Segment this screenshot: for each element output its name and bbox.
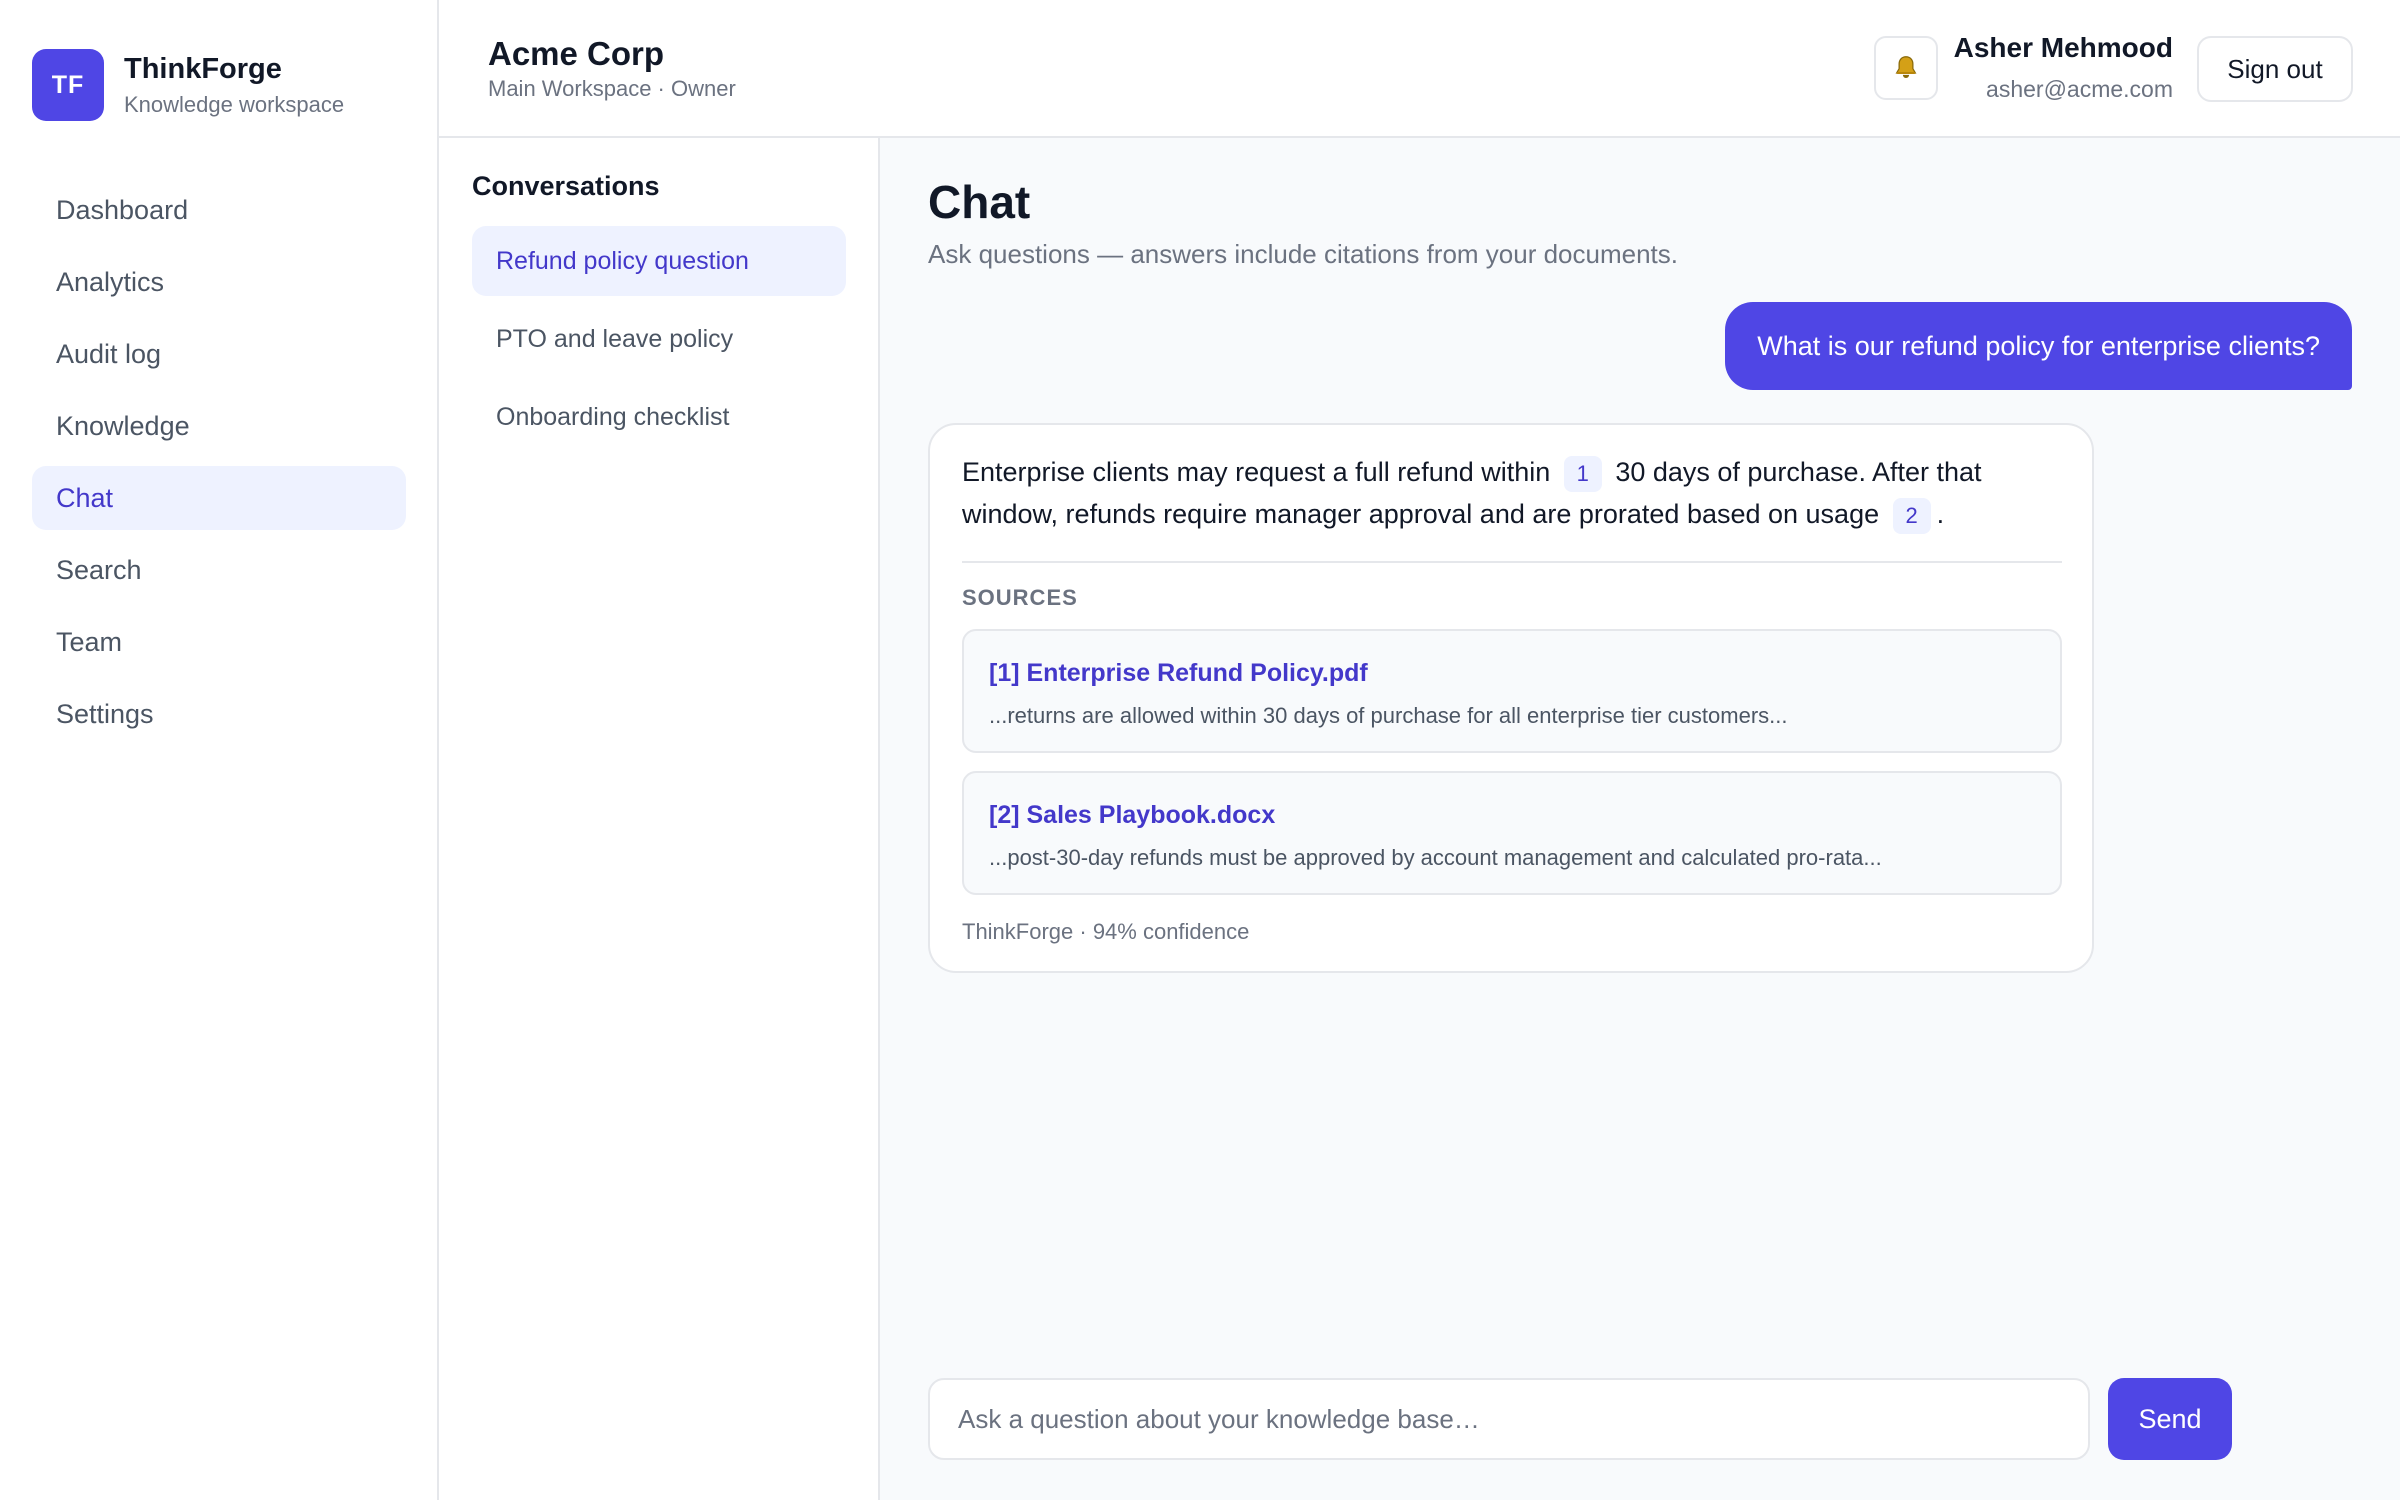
sidebar: TF ThinkForge Knowledge workspace Dashbo… — [0, 0, 439, 1500]
citation-badge[interactable]: 1 — [1563, 455, 1602, 492]
conversations-panel: Conversations Refund policy question PTO… — [439, 138, 880, 1500]
sidebar-item-team[interactable]: Team — [32, 610, 406, 674]
sidebar-item-audit-log[interactable]: Audit log — [32, 322, 406, 386]
user-info: Asher Mehmood asher@acme.com — [1954, 30, 2173, 104]
citation-badge[interactable]: 2 — [1892, 497, 1931, 534]
brand-subtitle: Knowledge workspace — [124, 92, 345, 117]
source-snippet: ...returns are allowed within 30 days of… — [989, 703, 1788, 728]
conversation-item[interactable]: Onboarding checklist — [472, 382, 846, 452]
sidebar-nav: Dashboard Analytics Audit log Knowledge … — [32, 178, 406, 754]
sidebar-item-settings[interactable]: Settings — [32, 682, 406, 746]
user-name: Asher Mehmood — [1953, 32, 2173, 63]
sidebar-item-chat[interactable]: Chat — [32, 466, 406, 530]
brand-name: ThinkForge — [124, 53, 282, 85]
send-button[interactable]: Send — [2108, 1378, 2232, 1460]
user-email: asher@acme.com — [1986, 76, 2173, 102]
sign-out-button[interactable]: Sign out — [2197, 36, 2353, 102]
page-title: Chat — [928, 176, 1031, 228]
conversations-title: Conversations — [472, 171, 660, 201]
answer-meta: ThinkForge · 94% confidence — [962, 919, 1250, 944]
assistant-answer-text: Enterprise clients may request a full re… — [962, 451, 2062, 535]
brand-logo: TF — [32, 49, 104, 121]
notifications-button[interactable] — [1874, 36, 1938, 100]
source-title[interactable]: [1] Enterprise Refund Policy.pdf — [989, 659, 1368, 688]
sidebar-item-dashboard[interactable]: Dashboard — [32, 178, 406, 242]
conversation-item[interactable]: PTO and leave policy — [472, 304, 846, 374]
bell-icon — [1895, 56, 1917, 78]
chat-input[interactable] — [928, 1378, 2090, 1460]
answer-text-part: Enterprise clients may request a full re… — [962, 457, 1551, 487]
sidebar-item-analytics[interactable]: Analytics — [32, 250, 406, 314]
source-card[interactable]: [2] Sales Playbook.docx ...post-30-day r… — [962, 771, 2062, 895]
sidebar-item-search[interactable]: Search — [32, 538, 406, 602]
source-snippet: ...post-30-day refunds must be approved … — [989, 845, 1882, 870]
chat-main: Chat Ask questions — answers include cit… — [880, 138, 2400, 1500]
page-subtitle: Ask questions — answers include citation… — [928, 239, 1679, 269]
conversations-list: Refund policy question PTO and leave pol… — [472, 226, 846, 460]
source-card[interactable]: [1] Enterprise Refund Policy.pdf ...retu… — [962, 629, 2062, 753]
divider — [962, 561, 2062, 563]
brand-text: ThinkForge Knowledge workspace — [124, 52, 344, 118]
sidebar-item-knowledge[interactable]: Knowledge — [32, 394, 406, 458]
brand: TF ThinkForge Knowledge workspace — [32, 49, 344, 121]
org-name: Acme Corp — [488, 35, 665, 72]
answer-text-part: . — [1936, 499, 1945, 529]
user-message-bubble: What is our refund policy for enterprise… — [1725, 302, 2352, 390]
org-subtitle: Main Workspace · Owner — [488, 76, 736, 101]
assistant-answer-card: Enterprise clients may request a full re… — [928, 423, 2094, 973]
top-header: Acme Corp Main Workspace · Owner Asher M… — [439, 0, 2400, 138]
source-title[interactable]: [2] Sales Playbook.docx — [989, 801, 1275, 830]
conversation-item[interactable]: Refund policy question — [472, 226, 846, 296]
sources-label: SOURCES — [962, 585, 1078, 610]
